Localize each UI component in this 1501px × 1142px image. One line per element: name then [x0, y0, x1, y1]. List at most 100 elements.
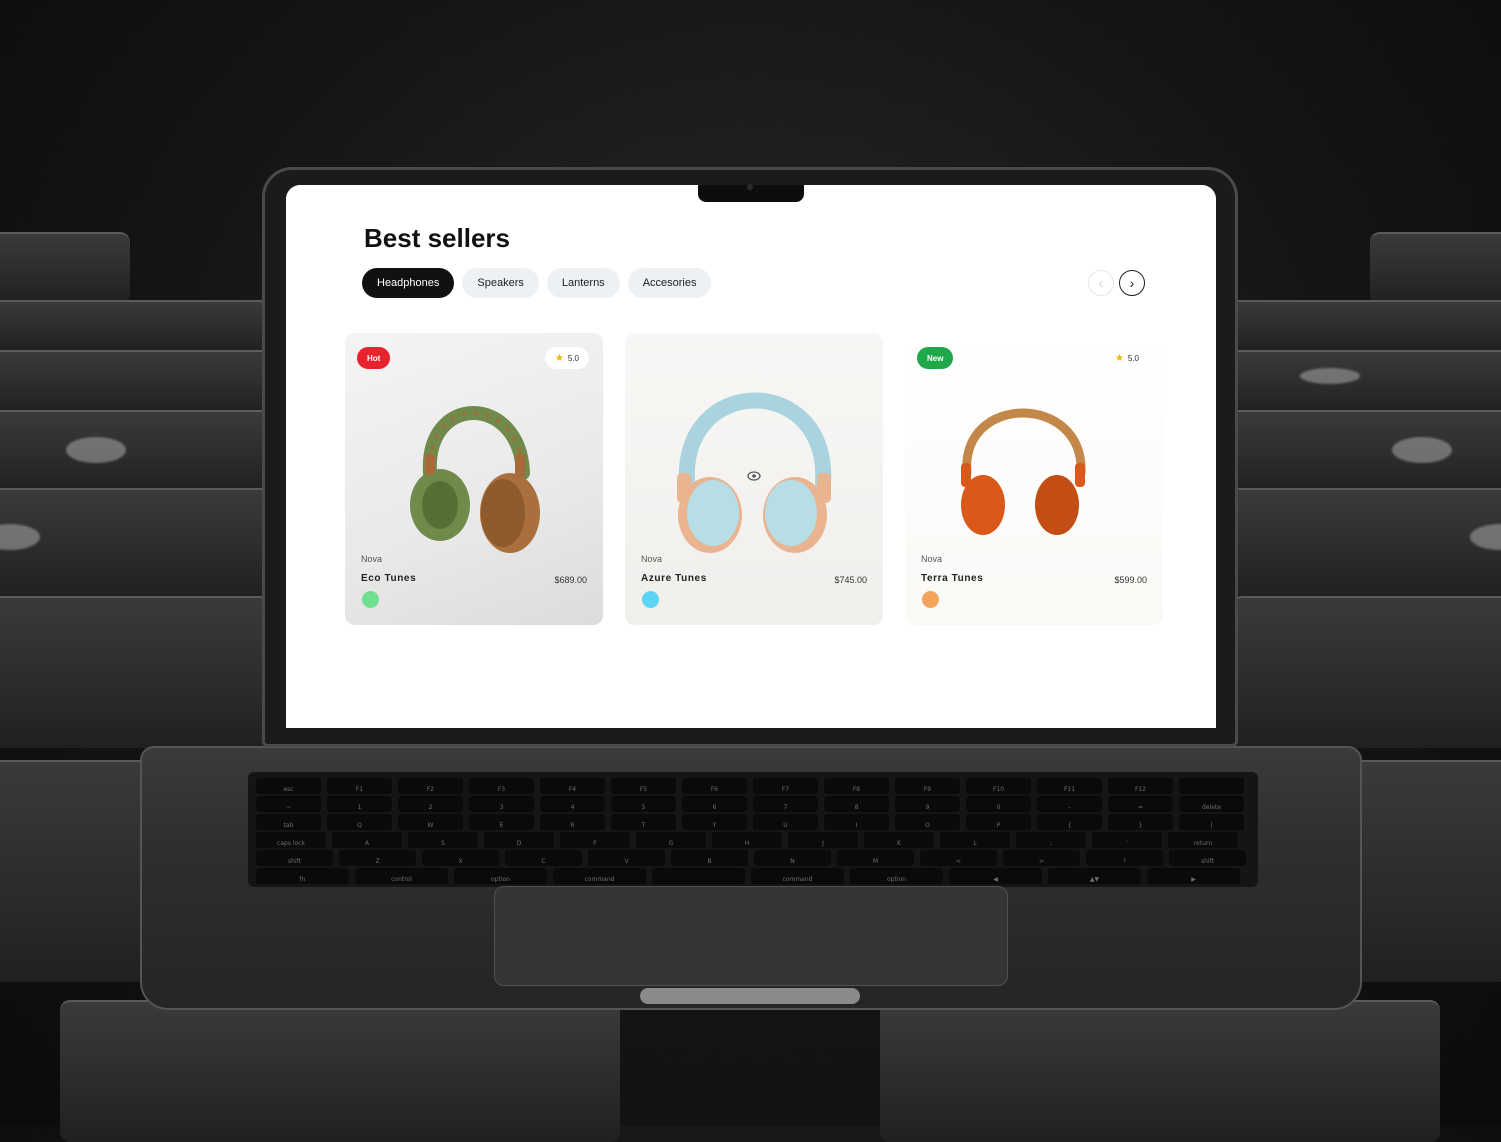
keyboard-key[interactable]: O — [895, 814, 960, 830]
keyboard-key[interactable]: delete — [1179, 796, 1244, 812]
rating-value: 5.0 — [567, 353, 579, 363]
keyboard-row: ~1 2 3 4 5 6 7 8 9 0- = delete — [256, 796, 1244, 812]
keyboard-key[interactable]: 9 — [895, 796, 960, 812]
tab-headphones[interactable]: Headphones — [362, 268, 455, 298]
keyboard-key[interactable]: F1 — [327, 778, 392, 794]
keyboard-key[interactable]: } — [1108, 814, 1173, 830]
keyboard-key[interactable]: ' — [1092, 832, 1162, 848]
keyboard-key[interactable]: F8 — [824, 778, 889, 794]
keyboard-key[interactable]: N — [754, 850, 831, 866]
keyboard-key[interactable]: fn — [256, 868, 349, 884]
keyboard-key[interactable]: = — [1108, 796, 1173, 812]
keyboard-key[interactable]: | — [1179, 814, 1244, 830]
previous-button[interactable]: ‹ — [1088, 270, 1114, 296]
keyboard-key[interactable]: W — [398, 814, 463, 830]
keyboard-key[interactable]: F5 — [611, 778, 676, 794]
keyboard-key[interactable]: P — [966, 814, 1031, 830]
keyboard-key[interactable]: command — [751, 868, 844, 884]
keyboard-key[interactable]: A — [332, 832, 402, 848]
color-swatch[interactable] — [922, 591, 939, 608]
keyboard-key[interactable]: G — [636, 832, 706, 848]
keyboard-key[interactable]: 3 — [469, 796, 534, 812]
keyboard-key[interactable]: F9 — [895, 778, 960, 794]
keyboard-key[interactable]: esc — [256, 778, 321, 794]
keyboard-key[interactable]: ◀ — [949, 868, 1042, 884]
keyboard-key[interactable]: F — [560, 832, 630, 848]
keyboard-key[interactable]: ▶ — [1147, 868, 1240, 884]
keyboard-key[interactable]: 2 — [398, 796, 463, 812]
keyboard-key[interactable]: 0 — [966, 796, 1031, 812]
keyboard-key[interactable]: ▲▼ — [1048, 868, 1141, 884]
backdrop-laptop — [0, 596, 270, 748]
keyboard-key[interactable]: command — [553, 868, 646, 884]
keyboard-key[interactable]: M — [837, 850, 914, 866]
keyboard-key[interactable]: > — [1003, 850, 1080, 866]
keyboard-key[interactable]: J — [788, 832, 858, 848]
keyboard-key[interactable]: shift — [1169, 850, 1246, 866]
keyboard-key[interactable]: F2 — [398, 778, 463, 794]
color-swatch[interactable] — [362, 591, 379, 608]
keyboard-key[interactable]: 4 — [540, 796, 605, 812]
keyboard-key[interactable]: I — [824, 814, 889, 830]
keyboard-key[interactable]: Z — [339, 850, 416, 866]
keyboard-key[interactable]: F3 — [469, 778, 534, 794]
keyboard-key[interactable]: B — [671, 850, 748, 866]
backdrop-laptop — [1370, 232, 1501, 304]
next-button[interactable]: › — [1119, 270, 1145, 296]
keyboard-key[interactable]: T — [611, 814, 676, 830]
keyboard-key[interactable]: ? — [1086, 850, 1163, 866]
keyboard-key[interactable]: caps lock — [256, 832, 326, 848]
keyboard-key[interactable]: R — [540, 814, 605, 830]
keyboard-key[interactable]: shift — [256, 850, 333, 866]
keyboard-key[interactable]: H — [712, 832, 782, 848]
laptop-front-notch — [640, 988, 860, 1004]
keyboard-key[interactable]: option — [850, 868, 943, 884]
color-swatch[interactable] — [642, 591, 659, 608]
keyboard-key[interactable]: D — [484, 832, 554, 848]
keyboard-key[interactable]: K — [864, 832, 934, 848]
keyboard-key[interactable]: option — [454, 868, 547, 884]
keyboard-key[interactable]: Y — [682, 814, 747, 830]
tab-accessories[interactable]: Accesories — [627, 268, 712, 298]
keyboard-key[interactable]: F12 — [1108, 778, 1173, 794]
keyboard-key[interactable]: 5 — [611, 796, 676, 812]
keyboard-key[interactable]: ~ — [256, 796, 321, 812]
quick-view-icon[interactable] — [747, 469, 761, 483]
keyboard-key[interactable]: 6 — [682, 796, 747, 812]
keyboard-key[interactable]: F6 — [682, 778, 747, 794]
keyboard-key[interactable]: F10 — [966, 778, 1031, 794]
tab-lanterns[interactable]: Lanterns — [546, 268, 620, 298]
keyboard-key[interactable]: 1 — [327, 796, 392, 812]
keyboard-key[interactable]: X — [422, 850, 499, 866]
keyboard-key[interactable]: C — [505, 850, 582, 866]
keyboard-key[interactable] — [1179, 778, 1244, 794]
trackpad[interactable] — [494, 886, 1008, 986]
keyboard-key[interactable]: F7 — [753, 778, 818, 794]
keyboard-key[interactable]: L — [940, 832, 1010, 848]
product-name: Eco Tunes — [361, 573, 417, 584]
keyboard-key[interactable]: 7 — [753, 796, 818, 812]
tab-speakers[interactable]: Speakers — [462, 268, 539, 298]
keyboard-key[interactable]: < — [920, 850, 997, 866]
keyboard-key[interactable]: return — [1168, 832, 1238, 848]
keyboard-key[interactable]: E — [469, 814, 534, 830]
keyboard-key[interactable]: V — [588, 850, 665, 866]
keyboard-key[interactable]: 8 — [824, 796, 889, 812]
keyboard-key[interactable]: { — [1037, 814, 1102, 830]
keyboard-key[interactable]: tab — [256, 814, 321, 830]
backdrop-laptop — [0, 300, 290, 352]
product-card[interactable]: Nova Azure Tunes $745.00 — [625, 333, 883, 625]
keyboard-key[interactable]: - — [1037, 796, 1102, 812]
keyboard-key[interactable]: S — [408, 832, 478, 848]
product-card[interactable]: New ★ 5.0 Nova Terra Tunes $599.00 — [905, 333, 1163, 625]
keyboard-key[interactable]: control — [355, 868, 448, 884]
keyboard-key[interactable]: F11 — [1037, 778, 1102, 794]
rating-value: 5.0 — [1127, 353, 1139, 363]
keyboard-key[interactable] — [652, 868, 745, 884]
keyboard-key[interactable]: Q — [327, 814, 392, 830]
product-card[interactable]: Hot ★ 5.0 Nova Eco Tunes $689.00 — [345, 333, 603, 625]
keyboard-key[interactable]: U — [753, 814, 818, 830]
keyboard-key[interactable]: F4 — [540, 778, 605, 794]
keyboard-key[interactable]: ; — [1016, 832, 1086, 848]
apple-logo — [66, 437, 126, 463]
